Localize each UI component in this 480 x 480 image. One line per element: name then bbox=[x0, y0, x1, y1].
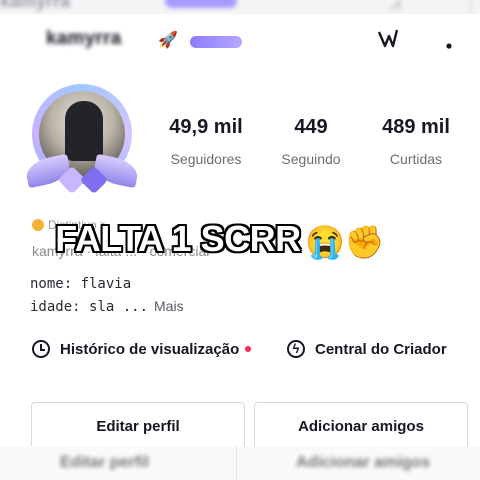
creator-center-link[interactable]: ϟ Central do Criador bbox=[287, 340, 447, 358]
ghost-more-icon: ⋮ bbox=[462, 0, 480, 14]
lightning-icon: ϟ bbox=[287, 340, 305, 358]
edit-profile-button[interactable]: Editar perfil bbox=[31, 402, 245, 450]
rocket-icon: 🚀 bbox=[158, 32, 178, 49]
bio-line-2: idade: sla ... Mais bbox=[30, 298, 184, 315]
ghost-badge bbox=[165, 0, 237, 8]
watch-history-label: Histórico de visualização bbox=[60, 340, 240, 358]
following-count: 449 bbox=[294, 116, 328, 138]
caption-text: FALTA 1 SCRR bbox=[55, 218, 301, 259]
profile-header: kamyrra 🚀 bbox=[0, 14, 480, 54]
crying-fist-emoji: 😭✊ bbox=[305, 224, 385, 260]
stat-likes[interactable]: 489 mil Curtidas bbox=[366, 116, 466, 167]
followers-count: 49,9 mil bbox=[169, 116, 243, 138]
footprints-icon[interactable] bbox=[376, 28, 400, 56]
following-label: Seguindo bbox=[281, 151, 341, 167]
creator-badge[interactable] bbox=[190, 36, 242, 48]
ghost-username: kamyrra bbox=[0, 0, 71, 11]
more-options-icon[interactable] bbox=[446, 24, 452, 56]
ghost-footprints-icon: ⩘ bbox=[390, 0, 401, 14]
top-ghost-strip: kamyrra ⩘ ⋮ bbox=[0, 0, 480, 14]
ghost-edit-profile: Editar perfil bbox=[60, 454, 149, 471]
followers-label: Seguidores bbox=[170, 151, 242, 167]
video-caption-overlay: FALTA 1 SCRR 😭✊ bbox=[0, 218, 480, 261]
avatar[interactable] bbox=[22, 80, 142, 200]
bottom-ghost-strip: Editar perfil Adicionar amigos bbox=[0, 446, 480, 480]
bio-line-1: nome: flavia bbox=[30, 276, 132, 292]
divider bbox=[236, 446, 237, 480]
notification-dot bbox=[245, 346, 252, 352]
ghost-add-friends: Adicionar amigos bbox=[296, 454, 431, 471]
watch-history-link[interactable]: Histórico de visualização bbox=[32, 340, 252, 358]
creator-center-label: Central do Criador bbox=[315, 340, 447, 358]
stat-following[interactable]: 449 Seguindo bbox=[261, 116, 361, 167]
likes-label: Curtidas bbox=[389, 151, 443, 167]
clock-icon bbox=[32, 340, 50, 358]
bio-more-link[interactable]: Mais bbox=[154, 298, 184, 314]
bio-line-2-text: idade: sla ... bbox=[30, 299, 149, 315]
add-friends-button[interactable]: Adicionar amigos bbox=[254, 402, 468, 450]
username[interactable]: kamyrra bbox=[46, 28, 121, 50]
likes-count: 489 mil bbox=[382, 116, 450, 138]
stat-followers[interactable]: 49,9 mil Seguidores bbox=[156, 116, 256, 167]
